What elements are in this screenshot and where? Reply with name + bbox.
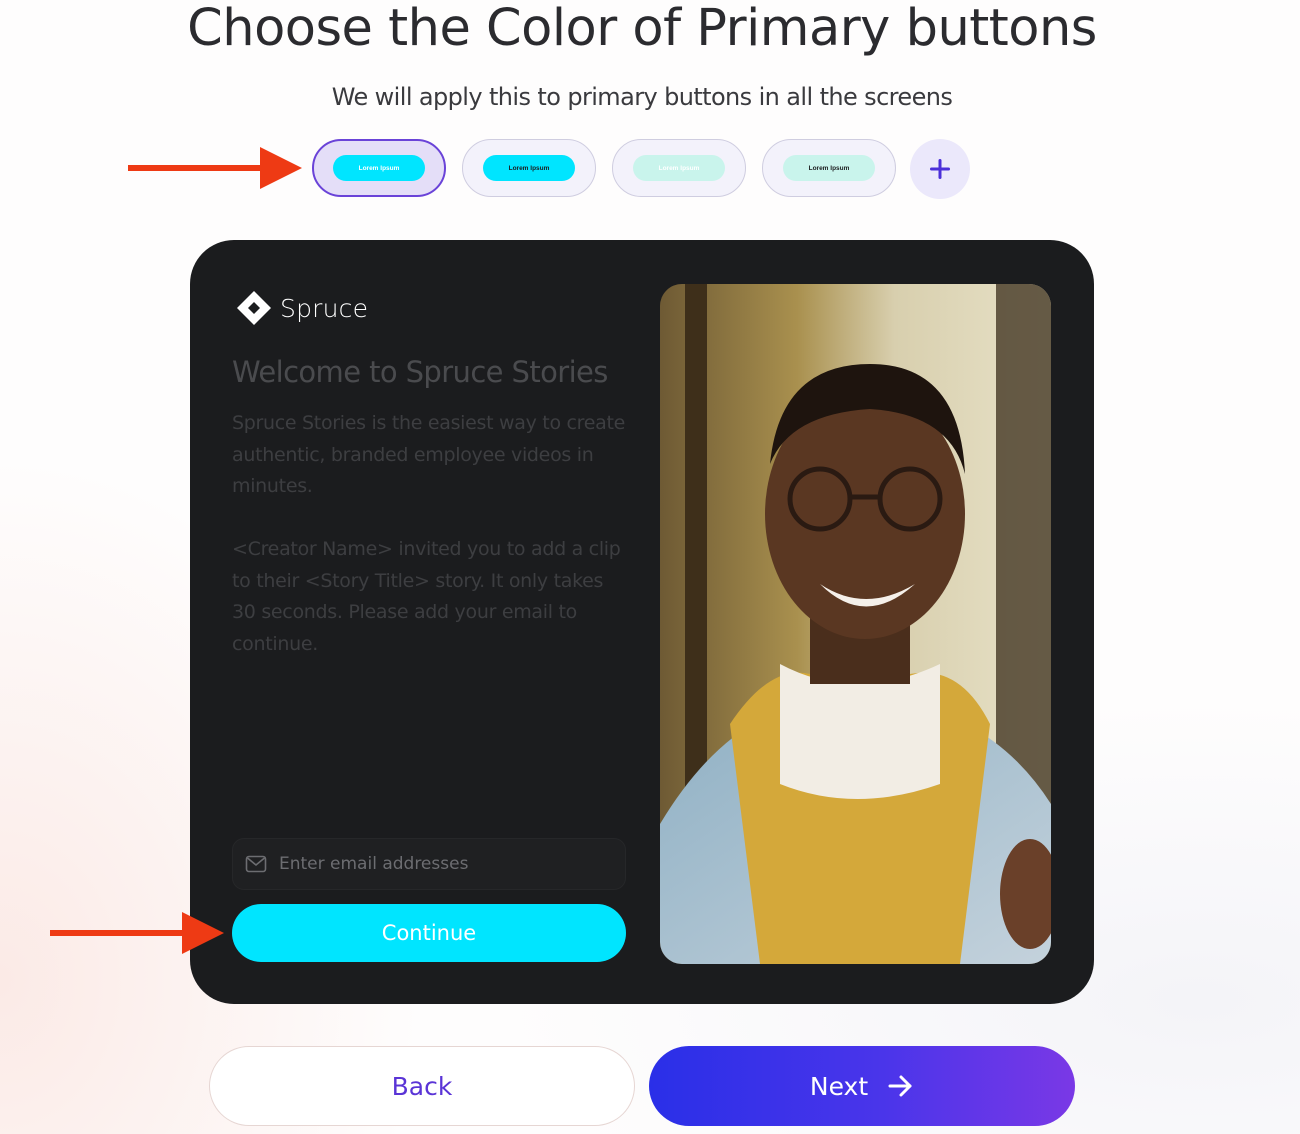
logo-text: Spruce bbox=[280, 293, 369, 323]
swatch-option-1[interactable]: Lorem Ipsum bbox=[312, 139, 446, 197]
next-button[interactable]: Next bbox=[649, 1046, 1075, 1126]
swatch-pill-1: Lorem Ipsum bbox=[333, 155, 425, 181]
email-field[interactable] bbox=[232, 838, 626, 890]
swatch-pill-2: Lorem Ipsum bbox=[483, 155, 575, 181]
back-button[interactable]: Back bbox=[209, 1046, 635, 1126]
swatch-pill-3: Lorem Ipsum bbox=[633, 155, 725, 181]
annotation-arrow-icon bbox=[128, 147, 302, 189]
page-subtitle: We will apply this to primary buttons in… bbox=[331, 83, 953, 111]
back-label: Back bbox=[391, 1071, 453, 1101]
next-label: Next bbox=[809, 1071, 869, 1101]
diamond-logo-icon bbox=[237, 291, 271, 325]
video-preview-image bbox=[660, 284, 1051, 964]
swatch-option-3[interactable]: Lorem Ipsum bbox=[612, 139, 746, 197]
continue-button[interactable]: Continue bbox=[232, 904, 626, 962]
email-input[interactable] bbox=[277, 853, 601, 875]
annotation-arrow-icon bbox=[50, 912, 224, 954]
plus-icon bbox=[930, 159, 950, 179]
arrow-right-icon bbox=[888, 1075, 912, 1097]
swatch-pill-4: Lorem Ipsum bbox=[783, 155, 875, 181]
welcome-heading: Welcome to Spruce Stories bbox=[232, 355, 608, 389]
spruce-logo: Spruce bbox=[236, 290, 368, 326]
page-title: Choose the Color of Primary buttons bbox=[187, 0, 1097, 58]
invite-paragraph: <Creator Name> invited you to add a clip… bbox=[232, 538, 621, 655]
swatch-label-4: Lorem Ipsum bbox=[808, 164, 850, 172]
add-color-button[interactable] bbox=[910, 139, 970, 199]
preview-card: Spruce Welcome to Spruce Stories Spruce … bbox=[190, 240, 1094, 1004]
swatch-label-1: Lorem Ipsum bbox=[358, 164, 400, 172]
person-photo bbox=[660, 284, 1051, 964]
mail-icon bbox=[245, 855, 267, 873]
swatch-option-2[interactable]: Lorem Ipsum bbox=[462, 139, 596, 197]
swatch-label-2: Lorem Ipsum bbox=[508, 164, 550, 172]
swatch-option-4[interactable]: Lorem Ipsum bbox=[762, 139, 896, 197]
swatch-label-3: Lorem Ipsum bbox=[658, 164, 700, 172]
intro-paragraph: Spruce Stories is the easiest way to cre… bbox=[232, 412, 626, 497]
